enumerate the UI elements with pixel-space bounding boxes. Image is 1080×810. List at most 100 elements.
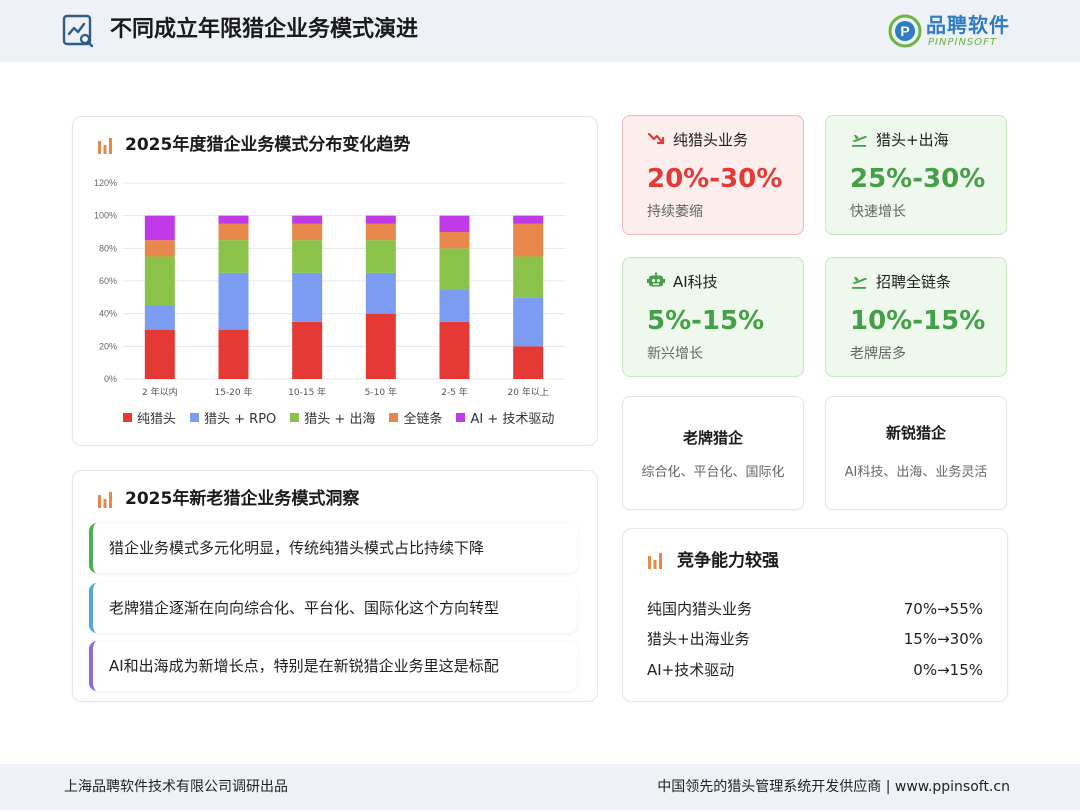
x-tick-label: 2 年以内 [142,386,178,398]
footer-tagline: 中国领先的猎头管理系统开发供应商 | www.ppinsoft.cn [657,779,1010,795]
bar-segment [439,215,470,232]
insight-text: 猎企业务模式多元化明显，传统纯猎头模式占比持续下降 [109,539,485,557]
competition-row: 纯国内猎头业务 70%→55% [647,598,983,620]
bar-segment [292,223,323,241]
stat-value: 5%-15% [647,306,765,336]
stat-desc: 持续萎缩 [647,204,703,220]
bar-segment [513,297,544,347]
stat-card-pure-headhunting: 纯猎头业务 20%-30% 持续萎缩 [622,115,804,235]
stat-card-ai-tech: AI科技 5%-15% 新兴增长 [622,257,804,377]
y-tick-label: 20% [99,341,117,351]
stat-header: 招聘全链条 [850,270,951,292]
bar-segment [439,248,470,290]
bar-segment [513,223,544,257]
bar-segment [218,223,249,241]
legend-label: 猎头 + 出海 [304,411,376,427]
legend-label: 纯猎头 [137,411,177,427]
bar-segment [218,240,249,273]
y-tick-label: 40% [99,309,117,319]
insight-item: 猎企业务模式多元化明显，传统纯猎头模式占比持续下降 [89,523,577,573]
brand-logo: P 品聘软件 PINPINSOFT [888,12,1028,52]
bar-segment [144,256,175,306]
stat-value: 10%-15% [850,306,986,336]
stat-title: AI科技 [673,272,718,291]
x-tick-label: 15-20 年 [214,386,252,398]
stat-value: 25%-30% [850,164,986,194]
airplane-icon [852,277,867,289]
bar-segment [292,272,323,322]
bar-segment [218,272,249,330]
type-card-emerging: 新锐猎企 AI科技、出海、业务灵活 [825,396,1007,510]
stat-desc: 快速增长 [850,204,906,220]
stat-card-headhunting-overseas: 猎头+出海 25%-30% 快速增长 [825,115,1007,235]
stat-desc: 新兴增长 [647,346,703,362]
y-tick-label: 60% [99,276,117,286]
page-footer: 上海品聘软件技术有限公司调研出品 中国领先的猎头管理系统开发供应商 | www.… [0,764,1080,810]
competition-row: 猎头+出海业务 15%→30% [647,628,983,650]
bar-segment [218,330,249,379]
legend-item: 全链条 [389,407,442,427]
bar-segment [144,330,175,379]
insight-item: 老牌猎企逐渐在向向综合化、平台化、国际化这个方向转型 [89,583,577,633]
stat-title: 猎头+出海 [876,130,949,149]
type-card-established: 老牌猎企 综合化、平台化、国际化 [622,396,804,510]
competition-label: 猎头+出海业务 [647,630,750,648]
x-tick-label: 5-10 年 [365,386,397,398]
legend-label: 全链条 [403,411,443,427]
bar-segment [144,305,175,330]
legend-item: AI + 技术驱动 [456,407,554,427]
bar-segment [144,240,175,257]
y-tick-label: 0% [104,374,117,384]
type-title: 老牌猎企 [682,429,743,447]
bar-segment [365,215,396,224]
competition-label: 纯国内猎头业务 [647,600,753,618]
stat-header: AI科技 [647,270,718,292]
x-tick-label: 20 年以上 [508,386,549,398]
insight-card: 2025年新老猎企业务模式洞察 猎企业务模式多元化明显，传统纯猎头模式占比持续下… [72,470,598,702]
bar-segment [365,240,396,273]
bar-segment [292,321,323,379]
robot-icon [647,272,665,287]
competition-title: 竞争能力较强 [677,551,779,571]
bar-segment [439,289,470,322]
y-tick-label: 100% [94,211,117,221]
bar-segment [513,346,544,379]
stat-card-full-chain: 招聘全链条 10%-15% 老牌居多 [825,257,1007,377]
competition-card: 竞争能力较强 纯国内猎头业务 70%→55% 猎头+出海业务 15%→30% A… [622,528,1008,702]
chart-analysis-icon [62,14,94,48]
footer-credit: 上海品聘软件技术有限公司调研出品 [64,779,288,795]
legend-item: 纯猎头 [123,407,176,427]
insight-title: 2025年新老猎企业务模式洞察 [125,489,360,509]
legend-label: 猎头 + RPO [204,411,277,427]
insight-item: AI和出海成为新增长点，特别是在新锐猎企业务里这是标配 [89,641,577,691]
competition-value: 15%→30% [903,630,983,648]
stat-value: 20%-30% [647,164,783,194]
stat-title: 招聘全链条 [876,272,952,291]
chart-card: 2025年度猎企业务模式分布变化趋势 0% 20% 40% 60% 80% 100% 120… [72,116,598,446]
x-tick-label: 10-15 年 [288,386,326,398]
legend-swatch [290,412,300,422]
legend-swatch [123,412,132,422]
airplane-icon [852,135,867,147]
bar-segment [513,215,544,224]
competition-value: 0%→15% [913,661,983,679]
legend-swatch [456,412,466,422]
bar-segment [292,215,323,224]
competition-value: 70%→55% [903,600,983,618]
stat-title: 纯猎头业务 [673,130,749,149]
bar-segment [292,240,323,273]
legend-label: AI + 技术驱动 [470,411,555,427]
bar-chart-icon [648,553,662,569]
bar-segment [513,256,544,298]
bar-segment [144,215,175,241]
logo-text-en: PINPINSOFT [928,37,997,48]
legend-item: 猎头 + 出海 [290,407,375,427]
competition-label: AI+技术驱动 [647,661,735,679]
legend-swatch [190,412,200,422]
bar-segment [218,215,249,224]
bar-segment [365,313,396,379]
bar-segment [365,272,396,314]
type-desc: AI科技、出海、业务灵活 [844,465,988,480]
y-tick-label: 80% [99,243,117,253]
page-title: 不同成立年限猎企业务模式演进 [110,17,419,42]
